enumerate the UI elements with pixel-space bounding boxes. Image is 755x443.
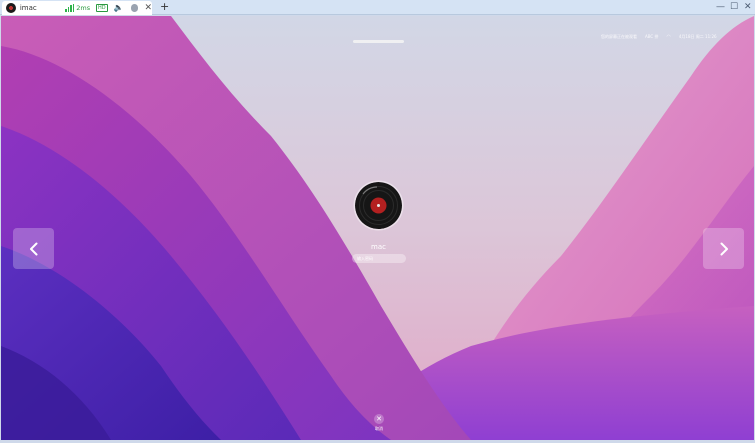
viewer-tab-bar: imac 2ms HD 🔈 ✕ + — ☐ ✕ [0,0,755,15]
maximize-button[interactable]: ☐ [730,1,738,13]
password-input[interactable] [352,254,406,263]
chevron-left-icon [29,242,37,255]
chevron-right-icon [720,242,728,255]
remote-session-tab[interactable]: imac 2ms HD 🔈 ✕ [2,1,152,15]
cancel-label: 取消 [375,426,383,431]
remote-desktop[interactable]: 您的屏幕正在被观看 ABC 拼 ◠ 4月18日 周二 11:26 mac ✕ 取… [1,16,754,440]
user-avatar[interactable] [355,182,402,229]
close-window-button[interactable]: ✕ [744,1,752,13]
new-tab-button[interactable]: + [160,1,169,13]
input-source-indicator[interactable]: ABC 拼 [645,34,658,40]
quality-badge[interactable]: HD [95,4,108,12]
next-user-button[interactable] [703,228,744,269]
top-handle[interactable] [353,40,404,43]
tab-title: imac [19,4,37,12]
menu-bar-status: 您的屏幕正在被观看 ABC 拼 ◠ 4月18日 周二 11:26 [601,33,717,41]
avatar-icon [6,3,16,13]
username-label: mac [371,243,386,251]
signal-icon [65,4,75,12]
minimize-button[interactable]: — [716,1,725,13]
cancel-button[interactable]: ✕ 取消 [372,414,386,436]
latency-label: 2ms [76,4,91,12]
close-icon: ✕ [374,414,384,424]
close-tab-button[interactable]: ✕ [144,4,152,13]
settings-icon[interactable] [130,4,139,12]
speaker-icon[interactable]: 🔈 [114,4,124,12]
screen-sharing-status: 您的屏幕正在被观看 [601,34,637,39]
previous-user-button[interactable] [13,228,54,269]
menu-clock: 4月18日 周二 11:26 [678,34,717,39]
wifi-icon[interactable]: ◠ [666,34,670,40]
